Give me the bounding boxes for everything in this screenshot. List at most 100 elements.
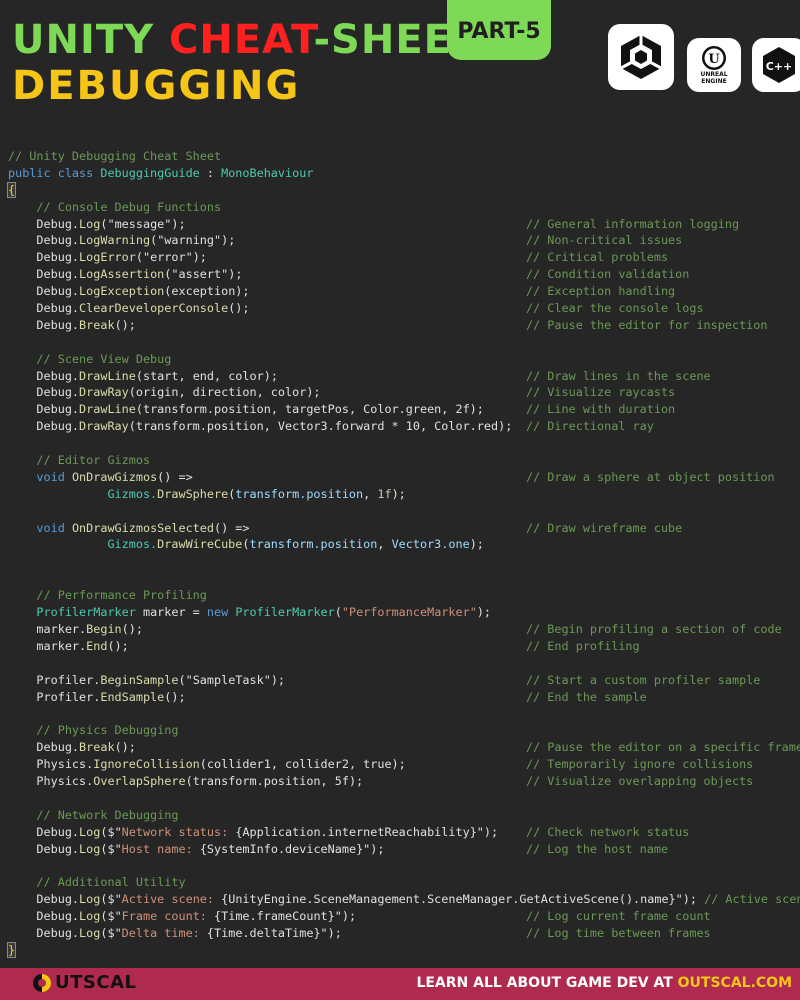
code-args: "); [334,909,357,924]
code-line: Debug.Log($"Delta time: {Time.deltaTime}… [8,925,800,942]
unity-logo-icon [608,24,674,90]
code-line: ProfilerMarker marker = new ProfilerMark… [8,604,800,621]
code-variable: Vector3.one [391,537,470,552]
code-args: ( [242,537,250,552]
code-line: Debug.Log($"Network status: {Application… [8,824,800,841]
code-args: (); [107,638,129,653]
line-comment: // Line with duration [526,402,676,417]
code-object: marker. [36,638,87,653]
code-variable: {Time.deltaTime} [206,925,321,940]
code-function: OnDrawGizmos [71,469,158,484]
line-comment: // General information logging [526,216,740,231]
code-args: ); [270,672,286,687]
code-function: LogException [79,284,165,299]
code-object: Debug. [36,385,80,400]
code-line: // Performance Profiling [8,587,800,604]
keyword: void [36,469,72,484]
code-args: ( [178,672,186,687]
code-string: Delta time: [121,925,207,940]
code-args: , [377,537,392,552]
code-args: (transform.position, targetPos, Color.gr… [135,402,484,417]
code-line: // Editor Gizmos [8,452,800,469]
code-variable: {SystemInfo.deviceName} [199,841,364,856]
code-function: EndSample [100,689,165,704]
code-block: // Unity Debugging Cheat Sheet public cl… [6,148,800,959]
code-args: ); [221,233,236,248]
cta-link[interactable]: OUTSCAL.COM [678,975,792,991]
code-string: Frame count: [121,909,215,924]
code-string: Network status: [121,824,236,839]
code-args: ($" [100,925,122,940]
code-string: "error" [142,250,193,265]
code-object: Debug. [36,824,80,839]
code-args: (); [114,740,136,755]
line-comment: // Log time between frames [526,925,711,940]
class-name: ProfilerMarker [235,605,335,620]
line-comment: // Critical problems [526,250,669,265]
code-line: Debug.Log($"Host name: {SystemInfo.devic… [8,841,800,858]
code-object: Debug. [36,892,80,907]
code-line: Debug.Break(); // Pause the editor for in… [8,317,800,334]
code-args: "); [476,824,499,839]
code-args: (collider1, collider2, true); [199,757,406,772]
code-args: ); [391,486,406,501]
code-object: marker. [36,621,87,636]
code-line: Profiler.EndSample(); // End the sample [8,689,800,706]
cpp-logo-icon: C++ [752,38,800,92]
code-function: LogWarning [79,233,151,248]
code-args: ); [171,216,186,231]
code-object: Debug. [36,301,80,316]
code-object: Profiler. [36,689,101,704]
code-function: DrawLine [79,402,136,417]
code-args: (); [114,317,136,332]
brand-name: UTSCAL [55,972,137,993]
line-comment: // Pause the editor for inspection [526,317,768,332]
code-line: Debug.DrawRay(transform.position, Vector… [8,418,800,435]
code-line: Debug.Log("message");// General informat… [8,216,800,233]
code-line: marker.Begin(); // Begin profiling a sect… [8,621,800,638]
code-args: (start, end, color); [135,368,278,383]
code-line: Debug.LogAssertion("assert");// Conditio… [8,266,800,283]
code-line: Gizmos.DrawSphere(transform.position, 1f… [8,486,800,503]
line-comment: // Draw a sphere at object position [526,469,775,484]
line-comment: // Directional ray [526,419,654,434]
code-line: } [6,941,800,959]
code-args: (); [121,621,143,636]
title-unity: UNITY [12,17,170,63]
code-string: "assert" [171,267,229,282]
line-comment: // Begin profiling a section of code [526,621,782,636]
footer-cta[interactable]: LEARN ALL ABOUT GAME DEV AT OUTSCAL.COM [416,975,792,991]
code-object: Debug. [36,284,80,299]
code-args: ($" [100,909,122,924]
separator: : [199,165,222,180]
code-args: (transform.position, 5f); [185,773,364,788]
code-number: 1f [377,486,392,501]
code-function: Log [79,909,101,924]
code-line: // Additional Utility [8,874,800,891]
code-object: Debug. [36,317,80,332]
code-string: Active scene: [121,892,222,907]
line-comment: // Log current frame count [526,909,711,924]
code-object: Gizmos. [107,537,158,552]
code-function: DrawLine [79,368,136,383]
cta-text: LEARN ALL ABOUT GAME DEV AT [416,975,678,991]
code-args: ($" [100,841,122,856]
code-args: (transform.position, Vector3.forward * 1… [128,419,513,434]
header: UNITY CHEAT-SHEET DEBUGGING PART-5 U UNR… [0,0,800,140]
section-comment: // Editor Gizmos [36,453,151,468]
code-variable: {Application.internetReachability} [235,824,477,839]
code-string: "warning" [157,233,222,248]
code-line: public class DebuggingGuide : MonoBehavi… [8,165,800,182]
code-args: , [363,486,378,501]
keyword: new [206,605,236,620]
code-object: Physics. [36,757,94,772]
code-args: "); [320,925,342,940]
outscal-brand[interactable]: UTSCAL [32,972,136,993]
code-line: Gizmos.DrawWireCube(transform.position, … [8,536,800,553]
class-name: ProfilerMarker [36,605,136,620]
code-object: Debug. [36,740,80,755]
close-brace: } [6,941,17,958]
